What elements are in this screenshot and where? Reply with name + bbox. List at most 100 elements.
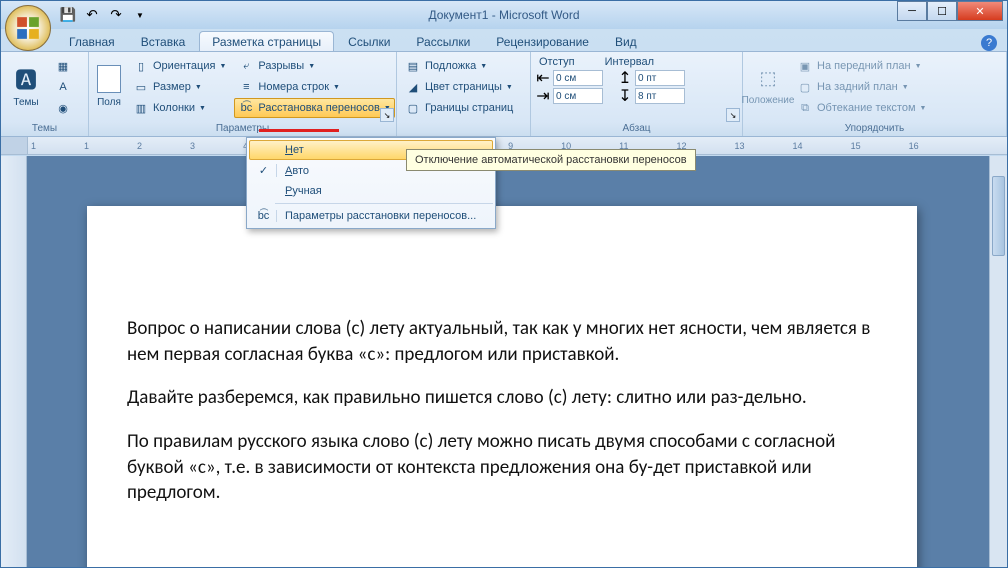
columns-icon: ▥: [133, 100, 149, 116]
undo-button[interactable]: ↶: [83, 6, 101, 24]
wrap-icon: ⧉: [797, 100, 813, 116]
group-themes-label: Темы: [1, 121, 88, 136]
hyphenation-icon: b͡c: [238, 100, 254, 116]
columns-button[interactable]: ▥Колонки ▼: [129, 98, 230, 118]
themes-button[interactable]: 🅰 Темы: [5, 56, 47, 116]
page-color-button[interactable]: ◢Цвет страницы ▼: [401, 77, 517, 97]
indent-right-icon: ⇥: [535, 88, 551, 104]
document-area: Вопрос о написании слова (с) лету актуал…: [27, 156, 989, 567]
tab-review[interactable]: Рецензирование: [484, 32, 601, 51]
group-paragraph: Отступ Интервал ⇤ 0 см ↥ 0 пт ⇥ 0 см ↧ 8…: [531, 52, 743, 136]
qat-customize[interactable]: ▼: [131, 6, 149, 24]
paragraph-3[interactable]: По правилам русского языка слово (с) лет…: [127, 429, 881, 506]
dropdown-item-options[interactable]: b͡c Параметры расстановки переносов...: [249, 206, 493, 226]
annotation-redline: [259, 129, 339, 132]
group-page-background: ▤Подложка ▼ ◢Цвет страницы ▼ ▢Границы ст…: [397, 52, 531, 136]
tab-references[interactable]: Ссылки: [336, 32, 402, 51]
send-back-button[interactable]: ▢На задний план ▼: [793, 77, 930, 97]
indent-left-input[interactable]: 0 см: [553, 70, 603, 86]
undo-icon: ↶: [84, 7, 100, 23]
redo-button[interactable]: ↷: [107, 6, 125, 24]
spacing-before-input[interactable]: 0 пт: [635, 70, 685, 86]
vertical-ruler[interactable]: [1, 156, 27, 567]
paragraph-2[interactable]: Давайте разберемся, как правильно пишетс…: [127, 385, 881, 411]
window-controls: ─ ☐ ✕: [897, 1, 1003, 21]
window-title: Документ1 - Microsoft Word: [428, 8, 579, 22]
page[interactable]: Вопрос о написании слова (с) лету актуал…: [87, 206, 917, 567]
group-page-bg-label: [397, 121, 530, 136]
tab-page-layout[interactable]: Разметка страницы: [199, 31, 334, 51]
maximize-button[interactable]: ☐: [927, 1, 957, 21]
ribbon: 🅰 Темы ▦ A ◉ Темы Поля ▯Ориентация ▼: [1, 51, 1007, 137]
margins-button[interactable]: Поля: [93, 56, 125, 116]
theme-effects-button[interactable]: ◉: [51, 98, 75, 118]
theme-colors-button[interactable]: ▦: [51, 56, 75, 76]
save-icon: 💾: [60, 7, 76, 23]
paragraph-launcher[interactable]: ↘: [726, 108, 740, 122]
redo-icon: ↷: [108, 7, 124, 23]
dropdown-item-manual[interactable]: Ручная: [249, 181, 493, 201]
indent-right-input[interactable]: 0 см: [553, 88, 603, 104]
orientation-button[interactable]: ▯Ориентация ▼: [129, 56, 230, 76]
hyphenation-button[interactable]: b͡cРасстановка переносов ▼: [234, 98, 394, 118]
position-icon: ⬚: [756, 67, 780, 91]
ribbon-tabs: Главная Вставка Разметка страницы Ссылки…: [1, 29, 1007, 51]
page-size-icon: ▭: [133, 79, 149, 95]
scrollbar-thumb[interactable]: [992, 176, 1005, 256]
tab-mailings[interactable]: Рассылки: [404, 32, 482, 51]
office-button[interactable]: [5, 5, 51, 51]
borders-icon: ▢: [405, 100, 421, 116]
save-button[interactable]: 💾: [59, 6, 77, 24]
quick-access-toolbar: 💾 ↶ ↷ ▼: [59, 6, 149, 24]
themes-label: Темы: [13, 97, 38, 108]
maximize-icon: ☐: [937, 5, 947, 18]
indent-header: Отступ: [539, 56, 575, 68]
minimize-button[interactable]: ─: [897, 1, 927, 21]
spacing-after-input[interactable]: 8 пт: [635, 88, 685, 104]
office-logo-icon: [15, 15, 41, 41]
tab-insert[interactable]: Вставка: [129, 32, 198, 51]
titlebar: 💾 ↶ ↷ ▼ Документ1 - Microsoft Word ─ ☐ ✕: [1, 1, 1007, 29]
minimize-icon: ─: [908, 5, 916, 17]
line-numbers-icon: ≡: [238, 79, 254, 95]
orientation-icon: ▯: [133, 58, 149, 74]
text-wrap-button[interactable]: ⧉Обтекание текстом ▼: [793, 98, 930, 118]
effects-icon: ◉: [55, 100, 71, 116]
tab-home[interactable]: Главная: [57, 32, 127, 51]
watermark-icon: ▤: [405, 58, 421, 74]
fonts-icon: A: [55, 79, 71, 95]
margins-label: Поля: [97, 97, 121, 108]
group-arrange: ⬚ Положение ▣На передний план ▼ ▢На задн…: [743, 52, 1007, 136]
group-page-setup-label: Параметры: [89, 121, 396, 136]
close-button[interactable]: ✕: [957, 1, 1003, 21]
tooltip: Отключение автоматической расстановки пе…: [406, 149, 696, 171]
tab-view[interactable]: Вид: [603, 32, 649, 51]
vertical-scrollbar[interactable]: [989, 156, 1007, 567]
spacing-before-icon: ↥: [617, 70, 633, 86]
margins-icon: [97, 65, 121, 93]
watermark-button[interactable]: ▤Подложка ▼: [401, 56, 517, 76]
chevron-down-icon: ▼: [219, 63, 226, 70]
page-setup-launcher[interactable]: ↘: [380, 108, 394, 122]
group-arrange-label: Упорядочить: [743, 121, 1006, 136]
size-button[interactable]: ▭Размер ▼: [129, 77, 230, 97]
app-window: 💾 ↶ ↷ ▼ Документ1 - Microsoft Word ─ ☐ ✕…: [0, 0, 1008, 568]
help-icon: ?: [986, 37, 992, 49]
close-icon: ✕: [975, 5, 984, 18]
help-button[interactable]: ?: [981, 35, 997, 51]
chevron-down-icon: ▼: [136, 11, 144, 20]
hyphenation-options-icon: b͡c: [255, 210, 277, 222]
paragraph-1[interactable]: Вопрос о написании слова (с) лету актуал…: [127, 316, 881, 367]
indent-left-icon: ⇤: [535, 70, 551, 86]
spacing-header: Интервал: [605, 56, 654, 68]
bring-front-button[interactable]: ▣На передний план ▼: [793, 56, 930, 76]
colors-icon: ▦: [55, 58, 71, 74]
line-numbers-button[interactable]: ≡Номера строк ▼: [234, 77, 394, 97]
check-icon: ✓: [255, 164, 277, 177]
front-icon: ▣: [797, 58, 813, 74]
page-borders-button[interactable]: ▢Границы страниц: [401, 98, 517, 118]
position-button[interactable]: ⬚ Положение: [747, 56, 789, 116]
theme-fonts-button[interactable]: A: [51, 77, 75, 97]
breaks-button[interactable]: ⤶Разрывы ▼: [234, 56, 394, 76]
spacing-after-icon: ↧: [617, 88, 633, 104]
